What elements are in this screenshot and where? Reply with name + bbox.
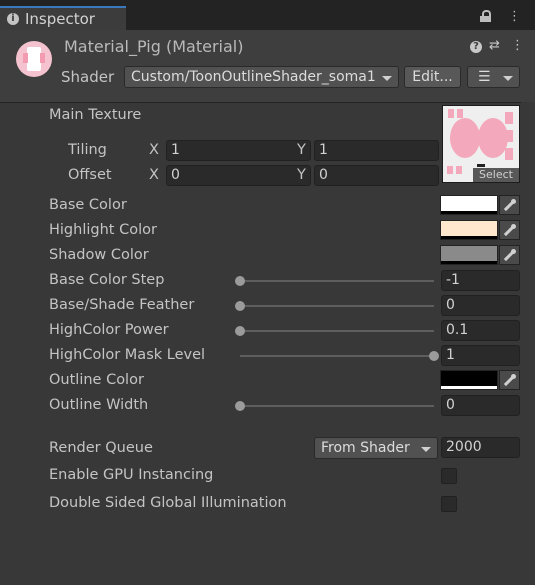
eyedropper-icon[interactable]	[499, 195, 520, 215]
base-color-swatch[interactable]	[440, 195, 498, 215]
context-menu-icon[interactable]: ⋮	[511, 38, 524, 53]
main-texture-slot[interactable]: Select	[442, 105, 520, 183]
outline-width-field[interactable]: 0	[441, 395, 520, 416]
render-queue-label: Render Queue	[49, 440, 153, 456]
shadow-color-swatch[interactable]	[440, 245, 498, 265]
slider-knob[interactable]	[429, 351, 439, 361]
render-queue-field[interactable]: 2000	[441, 437, 520, 458]
double-sided-gi-label: Double Sided Global Illumination	[49, 495, 287, 511]
outline-width-slider[interactable]	[240, 405, 434, 407]
base-color-label: Base Color	[49, 197, 127, 213]
highcolor-power-field[interactable]: 0.1	[441, 320, 520, 341]
tiling-x-label: X	[149, 142, 159, 158]
highcolor-mask-level-field[interactable]: 1	[441, 345, 520, 366]
list-icon: ☰	[478, 69, 491, 85]
render-queue-dropdown[interactable]: From Shader	[314, 437, 438, 459]
offset-x-field[interactable]: 0	[166, 165, 311, 186]
base-shade-feather-slider[interactable]	[240, 305, 434, 307]
chevron-down-icon	[382, 76, 392, 81]
texture-select-button[interactable]: Select	[473, 168, 519, 182]
offset-x-label: X	[149, 167, 159, 183]
shadow-color-label: Shadow Color	[49, 247, 149, 263]
lock-icon[interactable]	[480, 10, 491, 22]
base-shade-feather-field[interactable]: 0	[441, 295, 520, 316]
tab-inspector[interactable]: i Inspector	[0, 6, 126, 30]
tiling-x-field[interactable]: 1	[166, 140, 311, 161]
tab-bar: i Inspector ⋮	[0, 0, 535, 30]
base-color-step-field[interactable]: -1	[441, 270, 520, 291]
slider-knob[interactable]	[235, 326, 245, 336]
presets-icon[interactable]: ⇄	[489, 38, 500, 53]
chevron-down-icon	[421, 447, 431, 452]
outline-width-label: Outline Width	[49, 397, 149, 413]
tiling-y-label: Y	[297, 142, 306, 158]
offset-y-field[interactable]: 0	[314, 165, 439, 186]
highlight-color-label: Highlight Color	[49, 222, 157, 238]
shader-options-dropdown[interactable]: ☰	[467, 66, 520, 88]
gpu-instancing-label: Enable GPU Instancing	[49, 467, 214, 483]
main-texture-label: Main Texture	[49, 107, 142, 123]
eyedropper-icon[interactable]	[499, 245, 520, 265]
slider-knob[interactable]	[235, 401, 245, 411]
window-menu-icon[interactable]: ⋮	[508, 10, 521, 23]
tiling-label: Tiling	[68, 142, 107, 158]
highcolor-mask-level-label: HighColor Mask Level	[49, 347, 206, 363]
offset-label: Offset	[68, 167, 112, 183]
base-color-step-slider[interactable]	[240, 280, 434, 282]
eyedropper-icon[interactable]	[499, 370, 520, 390]
highcolor-power-label: HighColor Power	[49, 322, 169, 338]
info-icon: i	[7, 13, 19, 25]
slider-knob[interactable]	[235, 276, 245, 286]
material-title: Material_Pig (Material)	[64, 37, 244, 56]
eyedropper-icon[interactable]	[499, 220, 520, 240]
shader-value: Custom/ToonOutlineShader_soma1	[131, 69, 376, 85]
highcolor-power-slider[interactable]	[240, 330, 434, 332]
highlight-color-swatch[interactable]	[440, 220, 498, 240]
gpu-instancing-checkbox[interactable]	[441, 468, 457, 484]
base-shade-feather-label: Base/Shade Feather	[49, 297, 195, 313]
shader-dropdown[interactable]: Custom/ToonOutlineShader_soma1	[124, 66, 399, 88]
material-preview-icon	[16, 41, 52, 77]
tiling-y-field[interactable]: 1	[314, 140, 439, 161]
slider-knob[interactable]	[235, 301, 245, 311]
tab-title: Inspector	[25, 10, 95, 28]
double-sided-gi-checkbox[interactable]	[441, 496, 457, 512]
scrollbar[interactable]	[521, 102, 535, 585]
offset-y-label: Y	[297, 167, 306, 183]
outline-color-label: Outline Color	[49, 372, 144, 388]
highcolor-mask-level-slider[interactable]	[240, 355, 434, 357]
render-queue-mode: From Shader	[321, 440, 410, 456]
shader-label: Shader	[61, 68, 115, 86]
chevron-down-icon	[503, 76, 513, 81]
help-icon[interactable]: ?	[470, 41, 482, 53]
edit-shader-button[interactable]: Edit...	[404, 66, 461, 88]
outline-color-swatch[interactable]	[440, 370, 498, 390]
base-color-step-label: Base Color Step	[49, 272, 165, 288]
